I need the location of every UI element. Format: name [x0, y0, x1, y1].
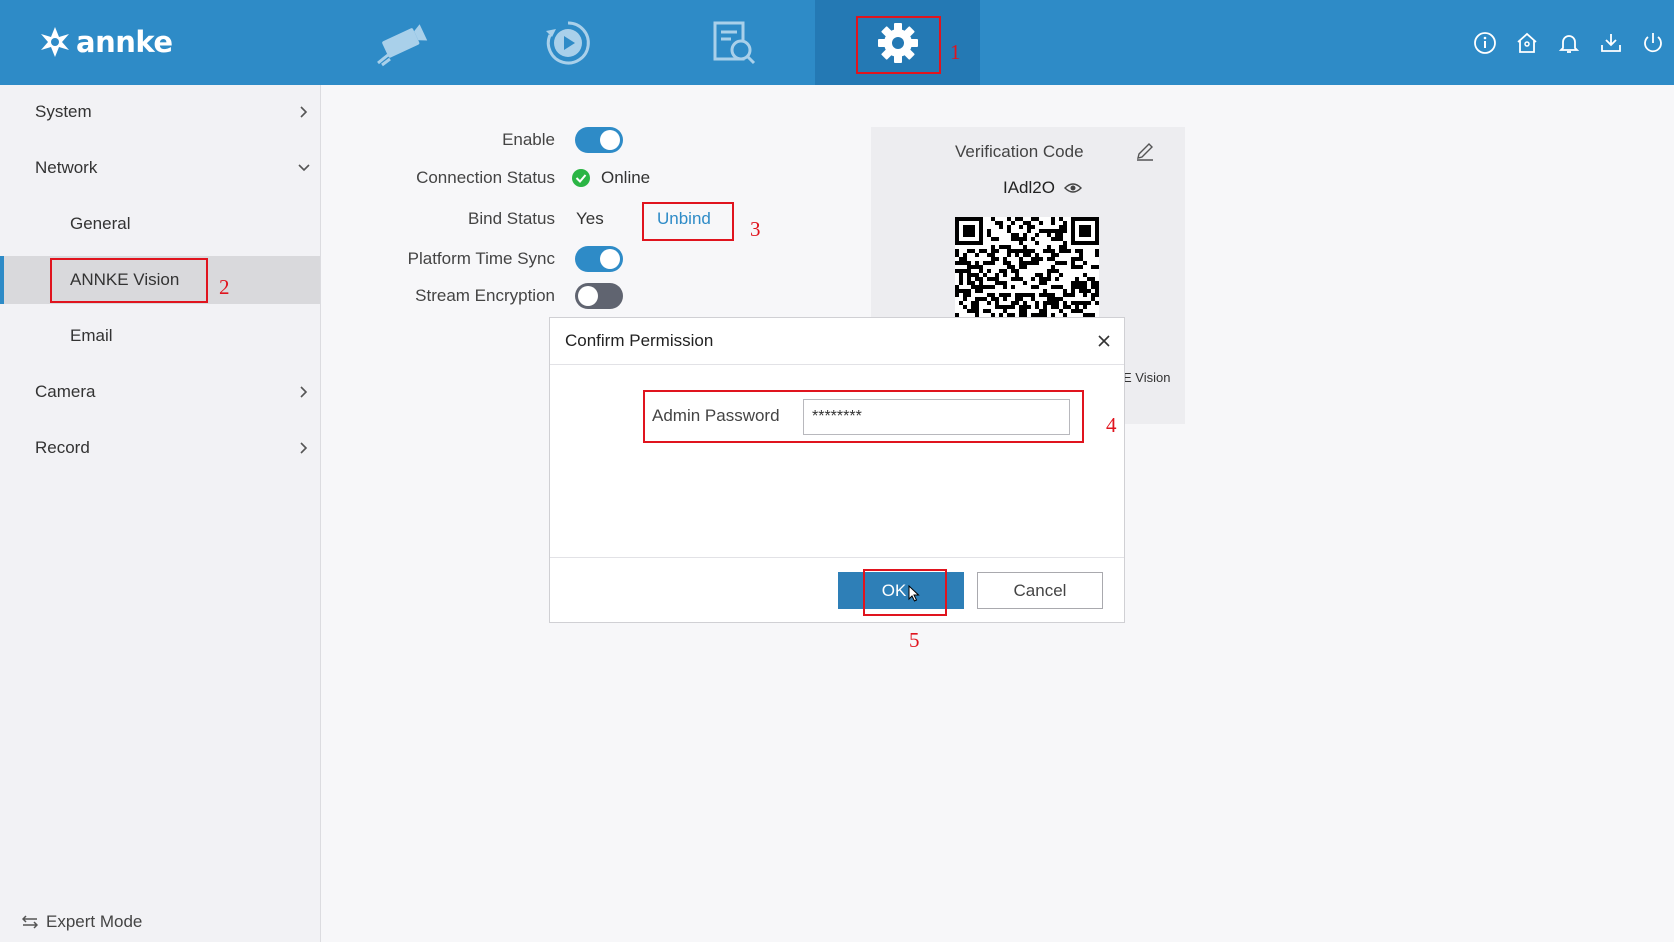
verification-partial-text: E Vision	[1123, 370, 1171, 385]
verification-title: Verification Code	[955, 142, 1084, 161]
power-button[interactable]	[1632, 25, 1674, 61]
time-sync-label: Platform Time Sync	[407, 249, 555, 268]
dialog-header: Confirm Permission	[550, 318, 1124, 365]
close-button[interactable]	[1094, 331, 1114, 351]
annotation-box-2	[50, 258, 208, 303]
chevron-down-icon	[298, 164, 310, 172]
time-sync-toggle[interactable]	[575, 246, 623, 272]
playback-icon	[545, 20, 590, 64]
annotation-box-3	[642, 202, 734, 241]
annotation-box-4	[643, 390, 1084, 443]
verification-code: IAdl2O	[1003, 178, 1082, 198]
annke-logo: annke	[38, 24, 173, 60]
sidebar-item-record[interactable]: Record	[0, 424, 320, 472]
sidebar-item-label: Camera	[35, 382, 96, 401]
annotation-box-5	[863, 569, 947, 616]
annke-logo-icon	[41, 27, 69, 57]
download-icon	[1601, 34, 1621, 52]
connection-status-label: Connection Status	[416, 168, 555, 187]
enable-label: Enable	[502, 130, 555, 149]
annotation-number-3: 3	[750, 217, 761, 241]
stream-encryption-row: Stream Encryption	[330, 283, 555, 309]
bind-status-value: Yes	[576, 206, 604, 232]
confirm-permission-dialog: Confirm Permission Admin Password OK Can…	[549, 317, 1125, 623]
annotation-number-4: 4	[1106, 413, 1117, 437]
sidebar-item-label: Network	[35, 158, 98, 177]
enable-row: Enable	[330, 127, 555, 153]
annotation-number-1: 1	[950, 40, 961, 64]
dialog-title: Confirm Permission	[565, 331, 714, 350]
annotation-number-5: 5	[909, 628, 920, 652]
annotation-box-1	[856, 16, 941, 74]
sidebar-item-email[interactable]: Email	[0, 312, 320, 360]
bind-status-text: Yes	[576, 209, 604, 228]
power-icon	[1644, 33, 1662, 53]
sidebar-item-label: System	[35, 102, 92, 121]
eye-icon[interactable]	[1063, 181, 1082, 195]
connection-status-row: Connection Status	[330, 165, 555, 191]
cancel-label: Cancel	[1013, 580, 1067, 600]
time-sync-row: Platform Time Sync	[330, 246, 555, 272]
enable-toggle[interactable]	[575, 127, 623, 153]
home-button[interactable]	[1506, 25, 1548, 61]
tab-search[interactable]	[650, 0, 815, 85]
sidebar: System Network General ANNKE Vision Emai…	[0, 85, 321, 942]
tab-live-view[interactable]	[320, 0, 485, 85]
expert-mode-toggle[interactable]: Expert Mode	[22, 912, 142, 932]
bind-status-label: Bind Status	[468, 209, 555, 228]
info-button[interactable]	[1464, 25, 1506, 61]
download-button[interactable]	[1590, 25, 1632, 61]
home-icon	[1517, 32, 1537, 53]
sidebar-item-camera[interactable]: Camera	[0, 368, 320, 416]
edit-icon[interactable]	[1135, 141, 1155, 161]
close-icon	[1098, 335, 1110, 347]
expert-mode-label: Expert Mode	[46, 912, 143, 931]
camera-icon	[376, 23, 427, 66]
top-right-icons	[1464, 25, 1674, 61]
tab-playback[interactable]	[485, 0, 650, 85]
connection-status-value: Online	[572, 165, 650, 191]
stream-encryption-label: Stream Encryption	[415, 286, 555, 305]
annotation-number-2: 2	[219, 275, 230, 299]
sidebar-item-label: Email	[70, 326, 113, 345]
sidebar-item-system[interactable]: System	[0, 88, 320, 136]
chevron-right-icon	[300, 386, 308, 398]
sidebar-item-label: General	[70, 214, 131, 233]
chevron-right-icon	[300, 106, 308, 118]
top-bar: annke	[0, 0, 1674, 85]
sidebar-item-network[interactable]: Network	[0, 144, 320, 192]
verification-code-text: IAdl2O	[1003, 178, 1055, 197]
bind-status-row: Bind Status	[330, 206, 555, 232]
notification-button[interactable]	[1548, 25, 1590, 61]
dialog-footer: OK Cancel	[550, 557, 1124, 622]
connection-status-text: Online	[601, 168, 651, 187]
bell-icon	[1558, 35, 1580, 53]
info-icon	[1474, 32, 1496, 54]
qr-code	[955, 217, 1099, 317]
check-circle-icon	[572, 169, 590, 187]
search-log-icon	[713, 21, 755, 64]
stream-encryption-toggle[interactable]	[575, 283, 623, 309]
sidebar-item-general[interactable]: General	[0, 200, 320, 248]
swap-icon	[22, 915, 38, 929]
cancel-button[interactable]: Cancel	[977, 572, 1103, 609]
chevron-right-icon	[300, 442, 308, 454]
logo-text: annke	[76, 25, 173, 59]
sidebar-item-label: Record	[35, 438, 90, 457]
